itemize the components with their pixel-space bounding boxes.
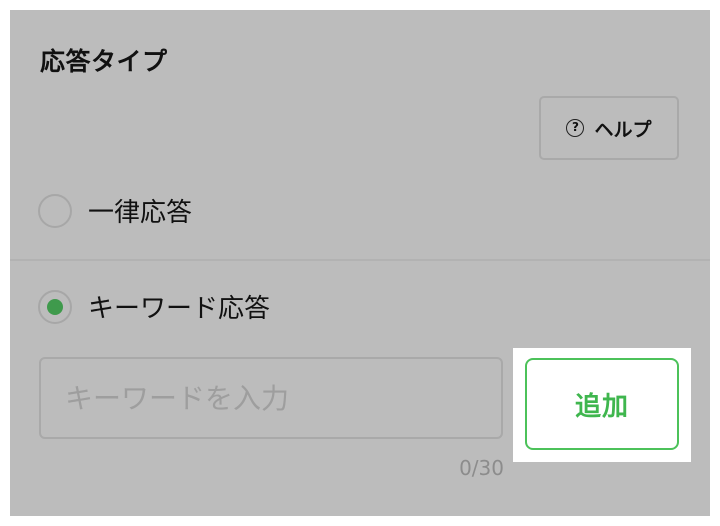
char-counter: 0/30 — [459, 456, 504, 480]
radio-option-uniform[interactable]: 一律応答 — [38, 192, 192, 229]
radio-label-keyword: キーワード応答 — [88, 294, 271, 324]
radio-label-uniform: 一律応答 — [88, 198, 193, 228]
radio-button-keyword[interactable] — [38, 289, 72, 324]
add-button-highlight: 追加 — [513, 348, 691, 462]
response-type-panel: 応答タイプ ? ヘルプ 一律応答 キーワード応答 0/30 追加 — [10, 10, 710, 516]
section-title: 応答タイプ — [40, 47, 168, 76]
help-button-label: ヘルプ — [594, 118, 652, 141]
radio-option-keyword[interactable]: キーワード応答 — [38, 288, 270, 325]
divider — [10, 259, 710, 261]
keyword-input[interactable] — [39, 357, 503, 439]
help-button[interactable]: ? ヘルプ — [539, 96, 679, 160]
radio-button-uniform[interactable] — [38, 193, 72, 228]
screen: 応答タイプ ? ヘルプ 一律応答 キーワード応答 0/30 追加 — [0, 0, 720, 526]
radio-selected-dot — [47, 298, 63, 315]
question-circle-icon: ? — [566, 119, 585, 137]
add-button[interactable]: 追加 — [525, 358, 679, 450]
